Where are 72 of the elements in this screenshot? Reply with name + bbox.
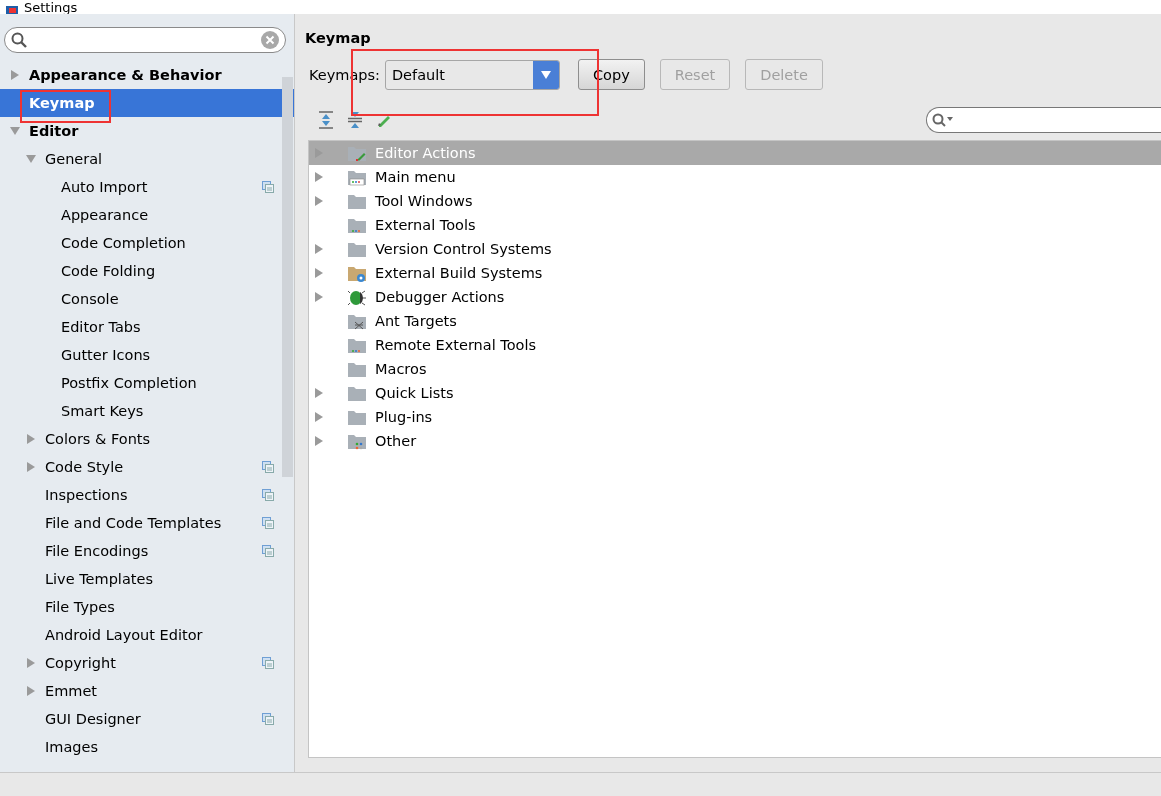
app-logo-icon: [6, 6, 18, 14]
tree-item[interactable]: Quick Lists: [309, 381, 1161, 405]
keymap-dropdown[interactable]: Default: [384, 59, 560, 90]
copy-icon: [262, 461, 274, 473]
sidebar-item[interactable]: General: [0, 145, 294, 173]
sidebar-item[interactable]: Images: [0, 733, 294, 761]
sidebar-item[interactable]: GUI Designer: [0, 705, 294, 733]
tree-item[interactable]: Macros: [309, 357, 1161, 381]
tree-item[interactable]: Debugger Actions: [309, 285, 1161, 309]
sidebar-item[interactable]: Editor: [0, 117, 294, 145]
sidebar-item[interactable]: Emmet: [0, 677, 294, 705]
sidebar-item[interactable]: Code Folding: [0, 257, 294, 285]
sidebar-item[interactable]: Gutter Icons: [0, 341, 294, 369]
sidebar-item[interactable]: Keymap: [0, 89, 294, 117]
expand-arrow-icon[interactable]: [313, 195, 325, 207]
expand-arrow-icon[interactable]: [313, 291, 325, 303]
copy-icon: [262, 517, 274, 529]
sidebar-item[interactable]: Appearance & Behavior: [0, 61, 294, 89]
sidebar-item[interactable]: Android Layout Editor: [0, 621, 294, 649]
tree-item[interactable]: Tool Windows: [309, 189, 1161, 213]
sidebar-item[interactable]: Auto Import: [0, 173, 294, 201]
copy-icon: [262, 713, 274, 725]
expand-arrow-icon[interactable]: [313, 411, 325, 423]
tree-item[interactable]: Version Control Systems: [309, 237, 1161, 261]
expand-arrow-icon[interactable]: [24, 153, 37, 165]
expand-arrow-icon[interactable]: [313, 243, 325, 255]
sidebar-item[interactable]: Colors & Fonts: [0, 425, 294, 453]
expand-all-icon[interactable]: [318, 111, 334, 129]
sidebar-item[interactable]: Inspections: [0, 481, 294, 509]
tree-item[interactable]: Remote External Tools: [309, 333, 1161, 357]
sidebar-item[interactable]: File Types: [0, 593, 294, 621]
expand-arrow-icon[interactable]: [24, 461, 37, 473]
caret-icon: [540, 70, 551, 79]
tree-item[interactable]: Other: [309, 429, 1161, 453]
search-icon: [932, 113, 954, 127]
expand-arrow-icon[interactable]: [313, 267, 325, 279]
expand-arrow-icon[interactable]: [313, 435, 325, 447]
sidebar-item[interactable]: Postfix Completion: [0, 369, 294, 397]
collapse-all-icon[interactable]: [347, 111, 363, 129]
expand-arrow-icon[interactable]: [24, 657, 37, 669]
sidebar-item[interactable]: Code Style: [0, 453, 294, 481]
expand-arrow-icon[interactable]: [24, 685, 37, 697]
expand-arrow-icon[interactable]: [24, 433, 37, 445]
copy-icon: [262, 657, 274, 669]
filter-field[interactable]: [926, 107, 1161, 133]
tree-item[interactable]: Plug-ins: [309, 405, 1161, 429]
expand-arrow-icon[interactable]: [8, 125, 21, 137]
sidebar-item[interactable]: Editor Tabs: [0, 313, 294, 341]
sidebar-item[interactable]: Code Completion: [0, 229, 294, 257]
copy-icon: [262, 181, 274, 193]
sidebar-item[interactable]: Live Templates: [0, 565, 294, 593]
expand-arrow-icon[interactable]: [313, 387, 325, 399]
expand-arrow-icon[interactable]: [8, 69, 21, 81]
copy-icon: [262, 545, 274, 557]
search-icon: [11, 32, 27, 48]
sidebar-item[interactable]: File and Code Templates: [0, 509, 294, 537]
expand-arrow-icon[interactable]: [313, 171, 325, 183]
tree-item[interactable]: External Tools: [309, 213, 1161, 237]
section-title: Keymap: [305, 30, 372, 46]
tree-item[interactable]: Ant Targets: [309, 309, 1161, 333]
sidebar-item[interactable]: Appearance: [0, 201, 294, 229]
tree-item[interactable]: Main menu: [309, 165, 1161, 189]
clear-icon[interactable]: [261, 31, 279, 49]
sidebar-item[interactable]: Smart Keys: [0, 397, 294, 425]
search-field[interactable]: [4, 27, 286, 53]
scrollbar[interactable]: [282, 77, 293, 477]
tree-item[interactable]: External Build Systems: [309, 261, 1161, 285]
sidebar-item[interactable]: Copyright: [0, 649, 294, 677]
sidebar-item[interactable]: Console: [0, 285, 294, 313]
window-title: Settings: [24, 1, 78, 14]
copy-icon: [262, 489, 274, 501]
sidebar-item[interactable]: File Encodings: [0, 537, 294, 565]
